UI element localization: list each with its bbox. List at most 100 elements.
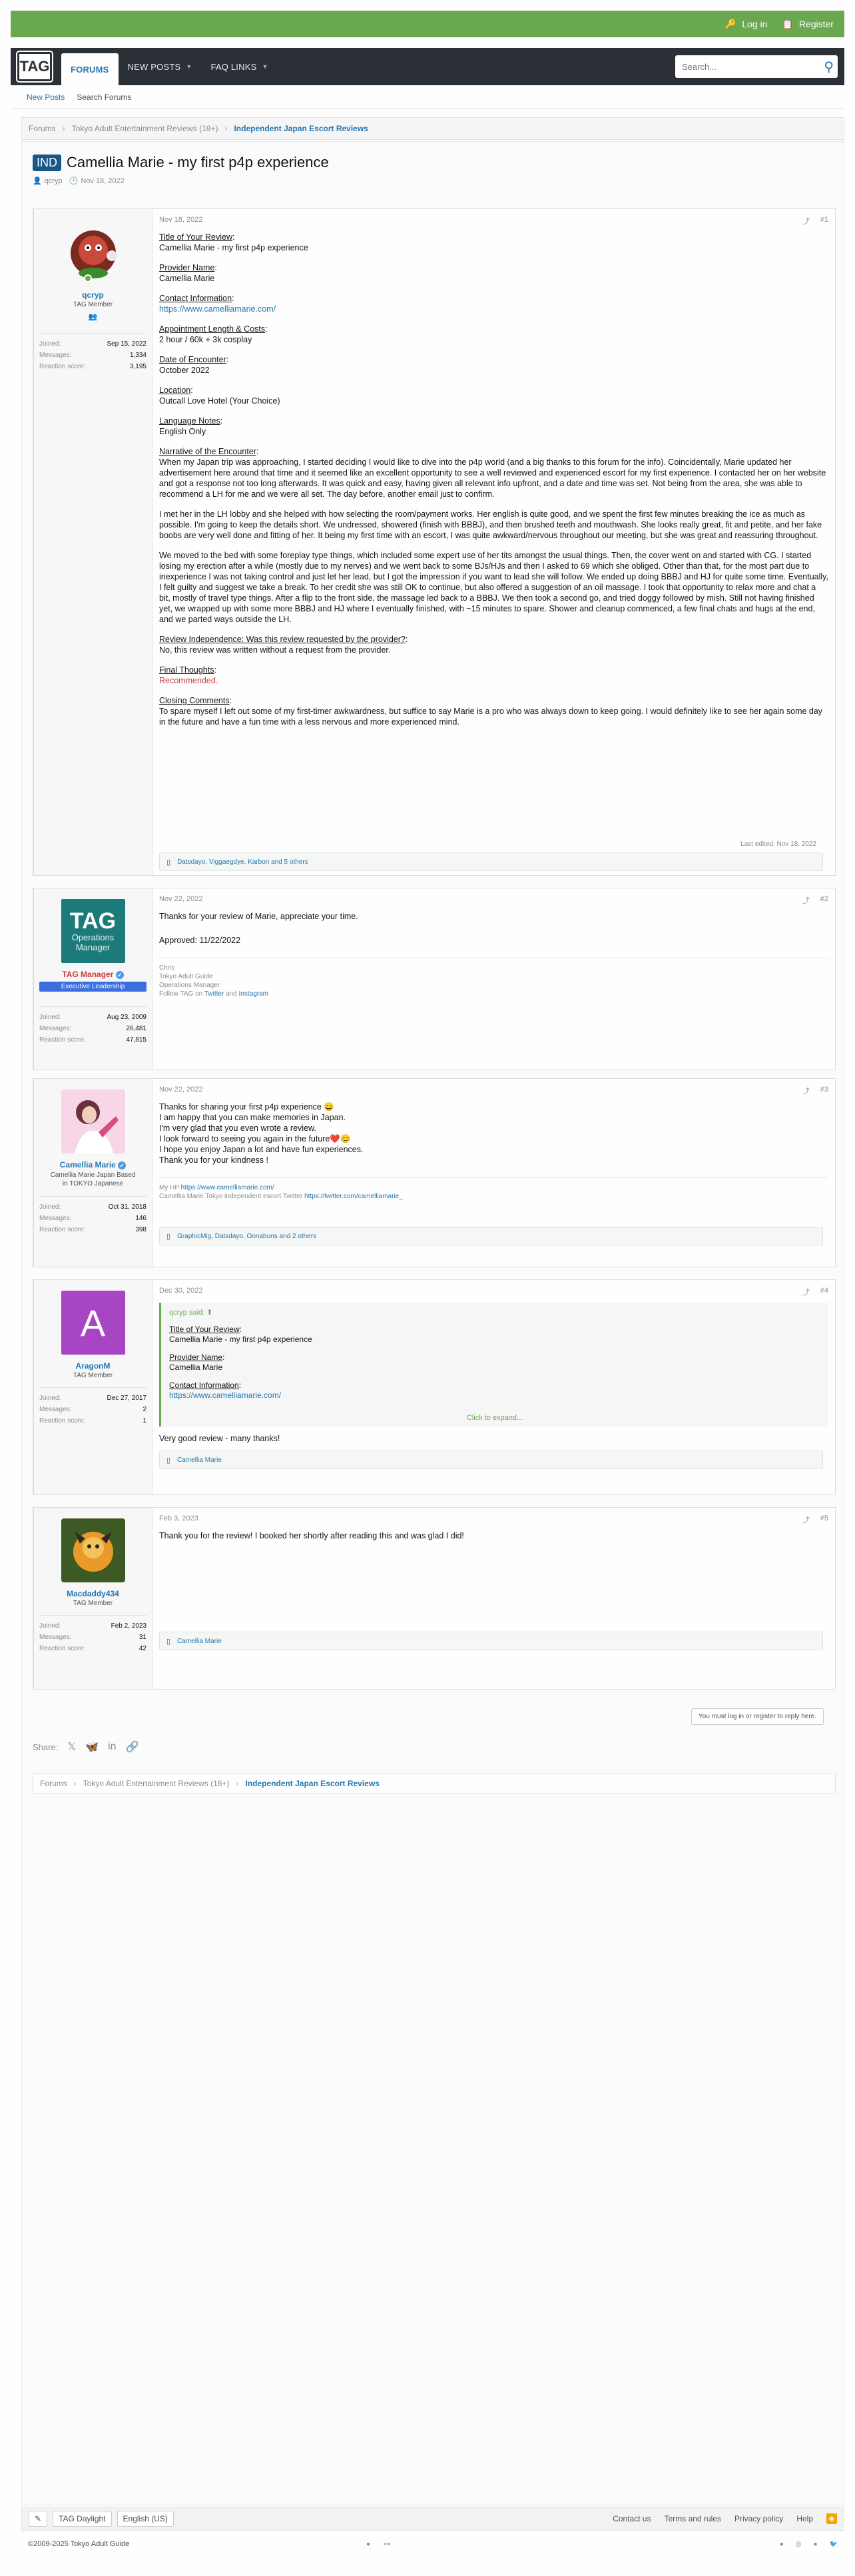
share-icon[interactable]: ⤴ [802, 1287, 810, 1297]
footer-social: ● ⊶ [366, 2541, 390, 2548]
post-username[interactable]: Camellia Marie ✓ [39, 1160, 146, 1169]
thread-prefix[interactable]: IND [33, 154, 61, 171]
post-number[interactable]: #1 [820, 216, 828, 226]
breadcrumb-category[interactable]: Tokyo Adult Entertainment Reviews (18+) [83, 1779, 230, 1788]
twitter-link[interactable]: Twitter [204, 990, 224, 998]
thread-date[interactable]: Nov 18, 2022 [81, 177, 124, 185]
share-icon[interactable]: ⤴ [802, 1086, 810, 1096]
reactions-bar[interactable]: ▯ Camellia Marie [159, 1450, 823, 1469]
breadcrumb-current[interactable]: Independent Japan Escort Reviews [234, 124, 368, 133]
login-to-reply-button[interactable]: You must log in or register to reply her… [691, 1708, 824, 1725]
post-number[interactable]: #4 [820, 1287, 828, 1297]
post-number[interactable]: #2 [820, 895, 828, 906]
post-username[interactable]: Macdaddy434 [39, 1589, 146, 1598]
quote-contact-link[interactable]: https://www.camelliamarie.com/ [169, 1391, 281, 1400]
style-chooser-icon[interactable]: ✎ [29, 2511, 48, 2527]
tab-forums[interactable]: FORUMS [61, 53, 119, 85]
chevron-down-icon[interactable]: ▼ [262, 63, 268, 70]
twitter-link[interactable]: https://twitter.com/camelliamarie_ [304, 1193, 403, 1200]
post-username[interactable]: TAG Manager ✓ [39, 970, 146, 979]
section-label: Closing Comments [159, 696, 230, 705]
avatar[interactable] [61, 1518, 125, 1582]
key-icon[interactable]: ⊶ [384, 2541, 390, 2548]
contact-link[interactable]: https://www.camelliamarie.com/ [159, 304, 276, 314]
instagram-icon[interactable]: ◎ [796, 2541, 802, 2548]
site-logo[interactable]: TAG [16, 51, 53, 83]
thumbs-up-icon: ▯ [166, 1232, 171, 1241]
narrative-paragraph: I met her in the LH lobby and she helped… [159, 509, 822, 540]
user-title: TAG Member [73, 301, 113, 308]
post-number[interactable]: #3 [820, 1086, 828, 1096]
search-icon[interactable]: ⚲ [824, 59, 834, 75]
style-chooser[interactable]: TAG Daylight [53, 2511, 112, 2527]
user-title: TAG Member [73, 1600, 113, 1607]
share-icon[interactable]: ⤴ [802, 1514, 810, 1525]
tab-new-posts[interactable]: NEW POSTS ▼ [119, 48, 202, 85]
thread-author[interactable]: qcryp [45, 177, 63, 185]
post-main-cell: Nov 22, 2022 ⤴ #3 Thanks for sharing your… [159, 1079, 828, 1267]
twitter-icon[interactable]: 🐦 [830, 2541, 838, 2548]
post-user-cell: qcryp TAG Member 👥 Joined: Sep 15, 2022 M… [34, 209, 152, 875]
search-input[interactable] [682, 61, 824, 72]
rss-icon[interactable]: ◉ [826, 2513, 837, 2524]
user-icon: 👤 [33, 177, 42, 185]
section-label: Language Notes [159, 416, 220, 426]
reactions-bar[interactable]: ▯ Datsdayo, Viggaegdye, Karbon and 5 othe… [159, 852, 823, 871]
share-row: Share: 𝕏 🦋 in 🔗 [33, 1740, 139, 1754]
post-date[interactable]: Feb 3, 2023 [159, 1514, 198, 1525]
quote-block: qcryp said: ⬆ Title of Your Review: Camel… [159, 1303, 828, 1427]
quote-header[interactable]: qcryp said: ⬆ [169, 1308, 820, 1318]
breadcrumb-category[interactable]: Tokyo Adult Entertainment Reviews (18+) [72, 124, 218, 133]
avatar[interactable] [61, 1090, 125, 1153]
clock-icon: 🕒 [69, 177, 79, 185]
post-text: Thanks for your review of Marie, appreci… [159, 912, 358, 921]
search-forums-link[interactable]: Search Forums [77, 93, 131, 102]
post-body: Thank you for the review! I booked her s… [159, 1530, 828, 1541]
post-date[interactable]: Dec 30, 2022 [159, 1287, 202, 1297]
post-date[interactable]: Nov 18, 2022 [159, 216, 202, 226]
post-4: A AragonM TAG Member Joined: Dec 27, 2017… [33, 1279, 836, 1495]
post-date[interactable]: Nov 22, 2022 [159, 1086, 202, 1096]
post-user-cell: TAG Operations Manager TAG Manager ✓ Exec… [34, 888, 152, 1070]
x-icon[interactable]: 𝕏 [67, 1740, 76, 1754]
narrative-paragraph: We moved to the bed with some foreplay t… [159, 551, 828, 624]
avatar-image [61, 1518, 125, 1582]
avatar[interactable]: TAG Operations Manager [61, 899, 125, 963]
link-icon[interactable]: 🔗 [126, 1740, 139, 1754]
language-chooser[interactable]: English (US) [117, 2511, 174, 2527]
help-link[interactable]: Help [796, 2514, 813, 2523]
tab-faq-links[interactable]: FAQ LINKS ▼ [201, 48, 277, 85]
post-text: Thank you for the review! I booked her s… [159, 1531, 464, 1540]
post-date[interactable]: Nov 22, 2022 [159, 895, 202, 906]
privacy-link[interactable]: Privacy policy [734, 2514, 783, 2523]
terms-link[interactable]: Terms and rules [665, 2514, 721, 2523]
post-number[interactable]: #5 [820, 1514, 828, 1525]
bluesky-icon[interactable]: 🦋 [85, 1740, 99, 1754]
click-to-expand[interactable]: Click to expand... [161, 1407, 828, 1427]
copyright: ©2009-2025 Tokyo Adult Guide [28, 2540, 130, 2548]
post-user-cell: Macdaddy434 TAG Member Joined: Feb 2, 202… [34, 1508, 152, 1689]
avatar[interactable]: A [61, 1291, 125, 1355]
contact-us-link[interactable]: Contact us [613, 2514, 651, 2523]
breadcrumb-current[interactable]: Independent Japan Escort Reviews [245, 1779, 379, 1788]
breadcrumb-forums[interactable]: Forums [40, 1779, 67, 1788]
share-icon[interactable]: ⤴ [802, 216, 810, 226]
breadcrumb-forums[interactable]: Forums [29, 124, 56, 133]
post-header: Nov 22, 2022 ⤴ #3 [159, 1086, 828, 1096]
chevron-down-icon[interactable]: ▼ [186, 63, 192, 70]
new-posts-link[interactable]: New Posts [27, 93, 65, 102]
reactions-bar[interactable]: ▯ GraphicMig, Datsdayo, Oonabuns and 2 ot… [159, 1227, 823, 1245]
reactions-bar[interactable]: ▯ Camellia Marie [159, 1632, 823, 1650]
avatar[interactable] [61, 220, 125, 284]
instagram-link[interactable]: Instagram [239, 990, 268, 998]
section-label: Date of Encounter [159, 355, 226, 364]
thumbs-up-icon: ▯ [166, 1637, 171, 1646]
homepage-link[interactable]: https://www.camelliamarie.com/ [181, 1184, 274, 1191]
post-line: I am happy that you can make memories in… [159, 1113, 346, 1122]
post-username[interactable]: AragonM [39, 1361, 146, 1371]
post-username[interactable]: qcryp [39, 290, 146, 300]
register-link[interactable]: 📋 Register [782, 19, 834, 30]
linkedin-icon[interactable]: in [108, 1741, 116, 1753]
share-icon[interactable]: ⤴ [802, 895, 810, 906]
login-link[interactable]: 🔑 Log in [725, 19, 768, 30]
